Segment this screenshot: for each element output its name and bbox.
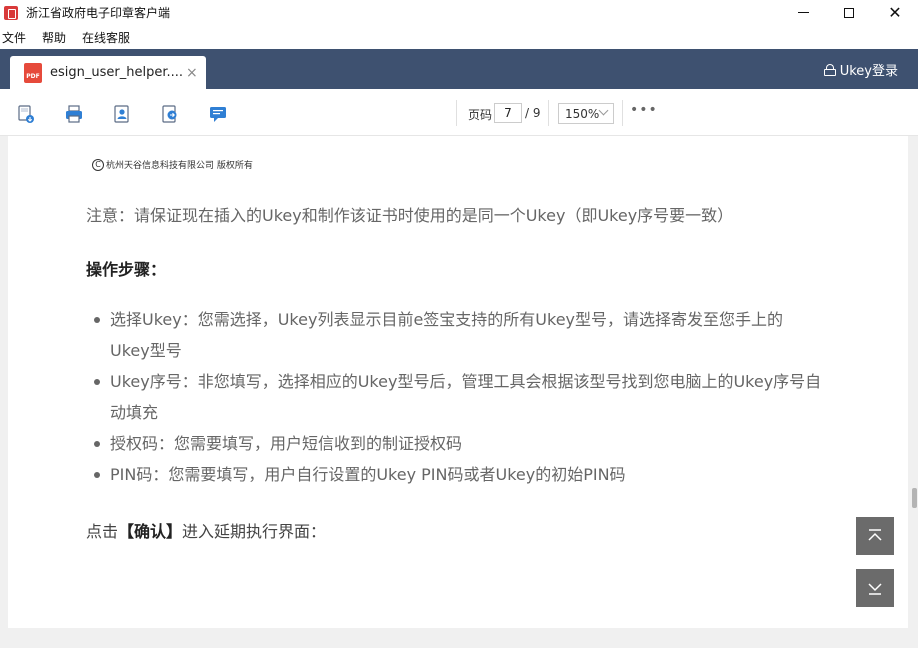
tab-label: esign_user_helper.... <box>50 65 182 80</box>
print-icon[interactable] <box>64 104 84 124</box>
page-number-input[interactable] <box>494 103 522 123</box>
ukey-icon <box>823 63 836 76</box>
list-item: 授权码：您需要填写，用户短信收到的制证授权码 <box>92 428 822 459</box>
close-icon: ✕ <box>888 2 902 22</box>
zoom-value: 150% <box>565 106 600 121</box>
pdf-file-icon: PDF <box>24 62 42 83</box>
tab-bar: PDF esign_user_helper.... × Ukey登录 <box>0 49 918 89</box>
arrow-up-to-top-icon <box>868 529 882 541</box>
toolbar-divider <box>622 100 623 126</box>
arrow-down-to-bottom-icon <box>868 583 882 595</box>
share-document-icon[interactable] <box>160 104 180 124</box>
copyright-icon: C <box>92 158 104 171</box>
copyright-text: 杭州天谷信息科技有限公司 版权所有 <box>106 161 253 171</box>
more-options-icon[interactable]: ••• <box>630 102 658 118</box>
scroll-to-top-button[interactable] <box>856 517 894 555</box>
list-item: PIN码：您需要填写，用户自行设置的Ukey PIN码或者Ukey的初始PIN码 <box>92 459 822 490</box>
toolbar: 页码 / 9 150% ••• <box>0 89 918 136</box>
title-bar: 浙江省政府电子印章客户端 ✕ <box>0 0 918 25</box>
ukey-login-button[interactable]: Ukey登录 <box>823 60 898 79</box>
close-window-button[interactable]: ✕ <box>872 0 918 25</box>
list-item: Ukey序号：非您填写，选择相应的Ukey型号后，管理工具会根据该型号找到您电脑… <box>92 366 822 428</box>
window-controls: ✕ <box>780 0 918 25</box>
list-item: 选择Ukey：您需选择，Ukey列表显示目前e签宝支持的所有Ukey型号，请选择… <box>92 304 822 366</box>
window-title: 浙江省政府电子印章客户端 <box>26 6 171 20</box>
minimize-button[interactable] <box>780 0 826 25</box>
document-viewer[interactable]: C 杭州天谷信息科技有限公司 版权所有 注意：请保证现在插入的Ukey和制作该证… <box>0 136 918 648</box>
maximize-button[interactable] <box>826 0 872 25</box>
vertical-scrollbar[interactable] <box>910 136 918 628</box>
steps-title: 操作步骤： <box>86 260 167 279</box>
scrollbar-thumb[interactable] <box>912 488 917 508</box>
chevron-down-icon <box>598 105 609 116</box>
tab-close-icon[interactable]: × <box>186 65 198 81</box>
menu-bar: 文件 帮助 在线客服 <box>0 25 918 49</box>
save-icon[interactable] <box>16 104 36 124</box>
comment-icon[interactable] <box>208 104 228 124</box>
confirm-suffix: 进入延期执行界面： <box>182 522 327 541</box>
scroll-to-bottom-button[interactable] <box>856 569 894 607</box>
confirm-bold: 【确认】 <box>118 522 183 541</box>
minimize-icon <box>797 12 809 13</box>
confirm-instruction: 点击【确认】进入延期执行界面： <box>86 518 326 542</box>
menu-online-support[interactable]: 在线客服 <box>80 29 138 46</box>
copyright-footer: C 杭州天谷信息科技有限公司 版权所有 <box>92 158 253 171</box>
page-label: 页码 <box>468 108 493 122</box>
note-text: 注意：请保证现在插入的Ukey和制作该证书时使用的是同一个Ukey（即Ukey序… <box>86 206 734 225</box>
steps-list: 选择Ukey：您需选择，Ukey列表显示目前e签宝支持的所有Ukey型号，请选择… <box>92 304 822 490</box>
tab-document[interactable]: PDF esign_user_helper.... × <box>10 56 206 89</box>
menu-help[interactable]: 帮助 <box>40 29 74 46</box>
ukey-login-label: Ukey登录 <box>839 64 898 79</box>
page-total: / 9 <box>525 106 541 120</box>
toolbar-divider <box>456 100 457 126</box>
user-cert-icon[interactable] <box>112 104 132 124</box>
maximize-icon <box>844 7 854 18</box>
menu-file[interactable]: 文件 <box>0 29 34 46</box>
app-logo-icon <box>4 5 18 20</box>
document-page: C 杭州天谷信息科技有限公司 版权所有 注意：请保证现在插入的Ukey和制作该证… <box>8 136 908 628</box>
toolbar-divider <box>548 100 549 126</box>
zoom-select[interactable]: 150% <box>558 103 614 124</box>
confirm-prefix: 点击 <box>86 522 119 541</box>
